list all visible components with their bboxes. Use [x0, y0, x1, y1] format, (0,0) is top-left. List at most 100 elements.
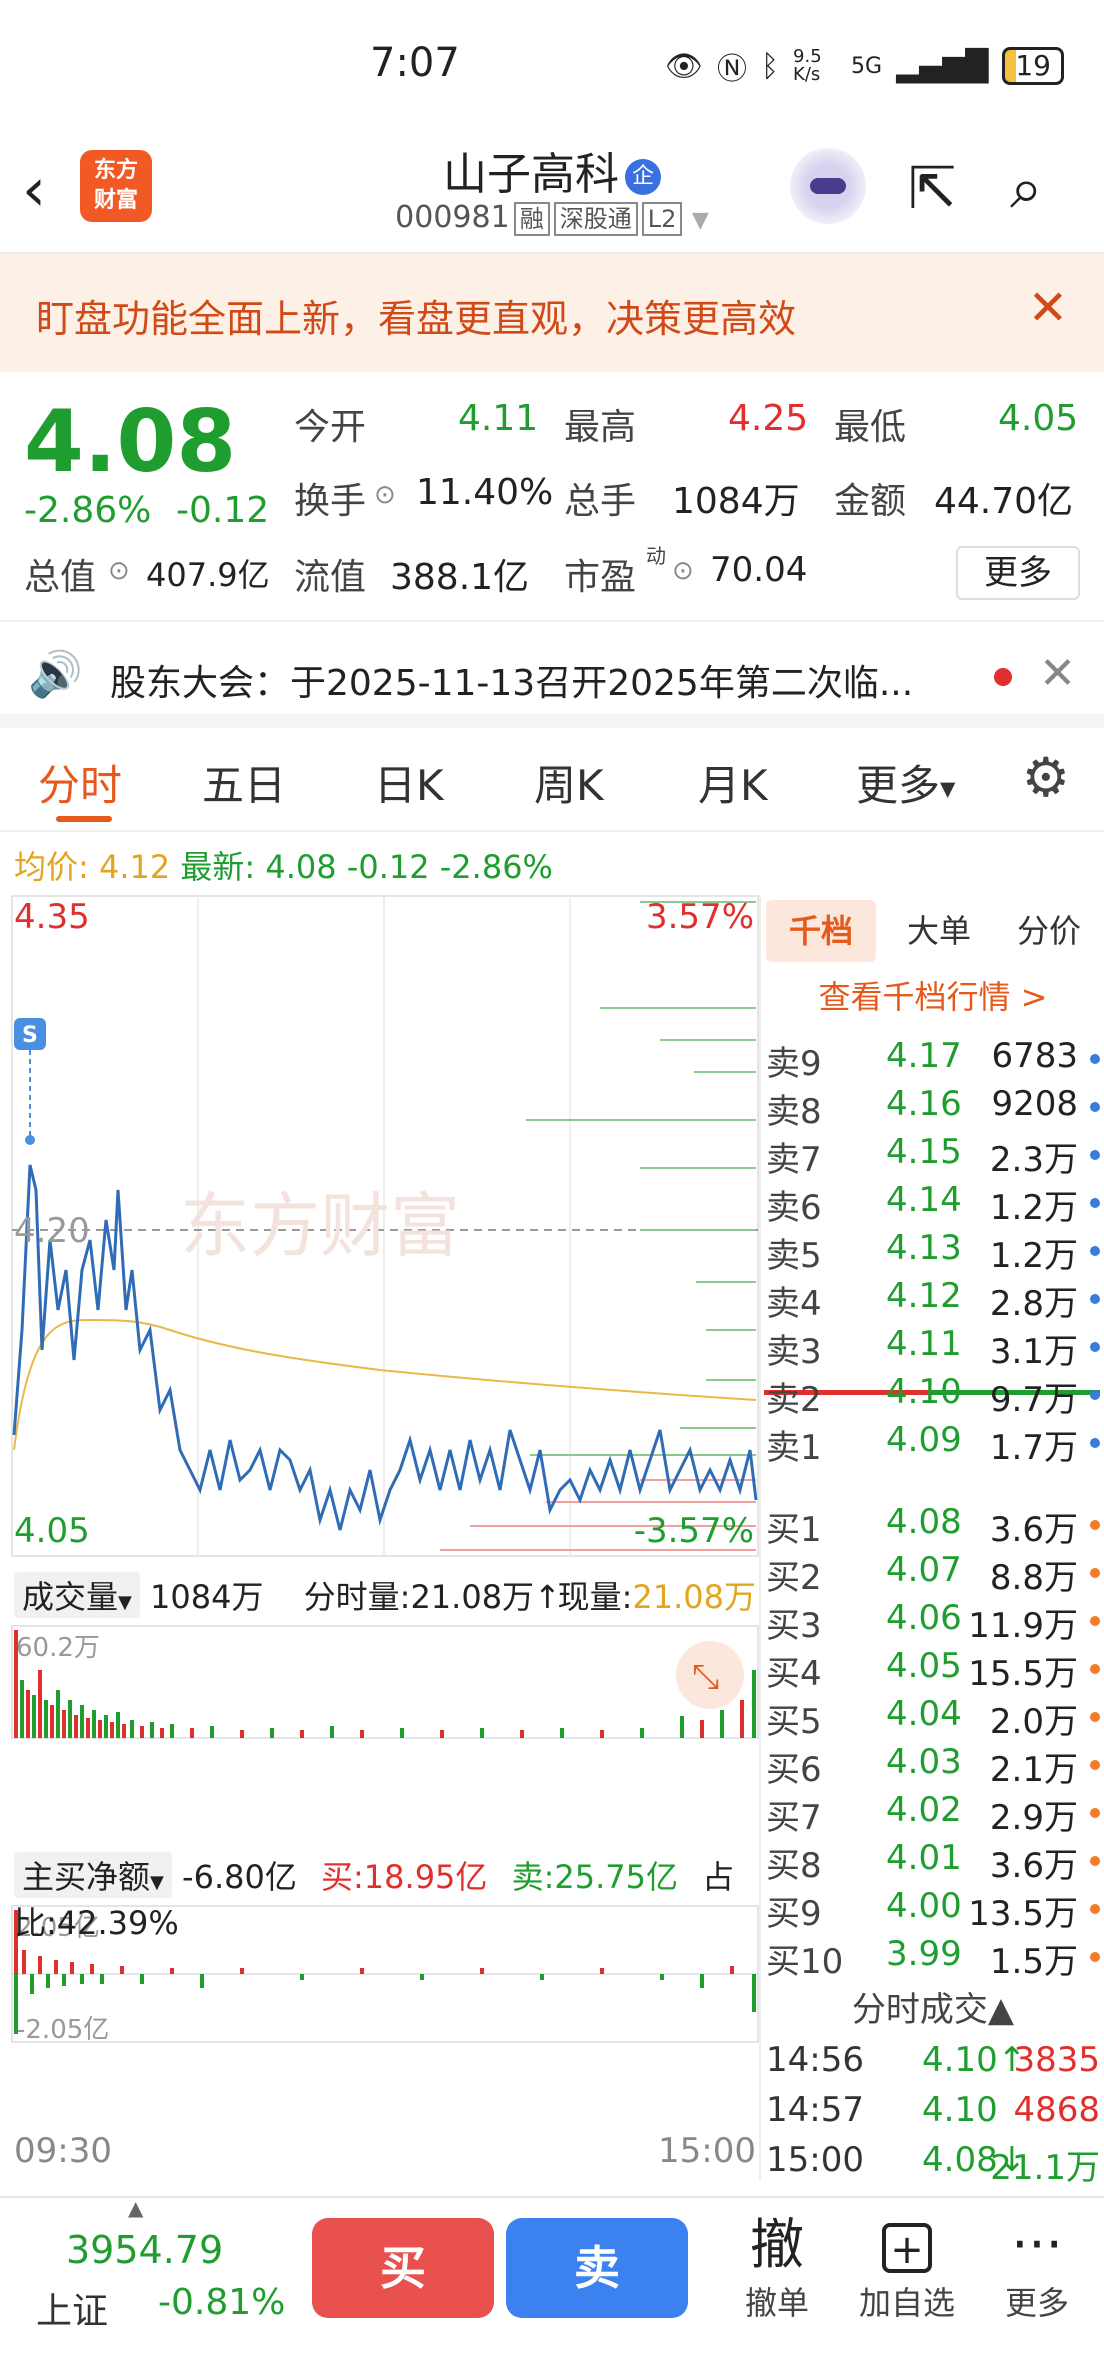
- tick-time: 14:57: [766, 2090, 864, 2130]
- announcement-bar[interactable]: 🔊 股东大会：于2025-11-13召开2025年第二次临... ✕: [0, 624, 1104, 728]
- volume-total: 1084万: [150, 1578, 264, 1616]
- ask-row[interactable]: 卖7 4.15 2.3万: [766, 1132, 1100, 1180]
- ask-volume: 2.3万: [989, 1140, 1078, 1180]
- tick-row: 15:00 4.08↓ 21.1万: [766, 2140, 1100, 2190]
- tick-volume: 分时量:21.08万↑: [303, 1578, 561, 1616]
- ask-row[interactable]: 卖1 4.09 1.7万: [766, 1420, 1100, 1468]
- bottom-bar: ▲ 3954.79 上证 -0.81% 买 卖 撤 撤单 + 加自选 ··· 更…: [0, 2196, 1104, 2376]
- ask-level: 卖2: [766, 1380, 822, 1420]
- stock-name-text: 山子高科: [443, 149, 619, 200]
- ask-row[interactable]: 卖2 4.10 9.7万: [766, 1372, 1100, 1420]
- share-icon[interactable]: ⇱: [908, 154, 957, 222]
- more-label: 更多: [1004, 2284, 1069, 2322]
- ask-dot: [1090, 1294, 1100, 1304]
- bid-row[interactable]: 买9 4.00 13.5万: [766, 1886, 1100, 1934]
- change-pct: -2.86%: [24, 490, 152, 531]
- tab-daily-k[interactable]: 日K: [374, 752, 444, 813]
- bid-row[interactable]: 买6 4.03 2.1万: [766, 1742, 1100, 1790]
- ai-assistant-icon[interactable]: [790, 148, 866, 224]
- bid-dot: [1090, 1904, 1100, 1914]
- view-depth-link[interactable]: 查看千档行情 >: [762, 972, 1104, 1018]
- amount-label: 金额: [834, 481, 907, 522]
- net-flow-selector[interactable]: 主买净额▼: [14, 1852, 172, 1898]
- gear-icon[interactable]: ⚙: [1022, 746, 1070, 809]
- battery-indicator: 19: [1002, 47, 1064, 85]
- promo-banner[interactable]: 盯盘功能全面上新，看盘更直观，决策更高效 ✕: [0, 254, 1104, 372]
- bid-dot: [1090, 1664, 1100, 1674]
- index-name[interactable]: 上证: [36, 2282, 108, 2334]
- ask-row[interactable]: 卖8 4.16 9208: [766, 1084, 1100, 1132]
- bid-row[interactable]: 买10 3.99 1.5万: [766, 1934, 1100, 1982]
- cancel-order-button[interactable]: 撤 撤单: [722, 2212, 832, 2324]
- tab-price-volume[interactable]: 分价: [994, 900, 1104, 962]
- bid-row[interactable]: 买5 4.04 2.0万: [766, 1694, 1100, 1742]
- mktcap-value: 407.9亿: [146, 556, 270, 594]
- bid-dot: [1090, 1568, 1100, 1578]
- bid-row[interactable]: 买8 4.01 3.6万: [766, 1838, 1100, 1886]
- ask-price: 4.11: [886, 1324, 962, 1364]
- more-quote-button[interactable]: 更多: [956, 546, 1080, 600]
- info-icon[interactable]: ⊙: [108, 556, 130, 586]
- info-icon[interactable]: ⊙: [374, 480, 396, 510]
- ask-row[interactable]: 卖4 4.12 2.8万: [766, 1276, 1100, 1324]
- tab-more[interactable]: 更多▼: [856, 752, 955, 813]
- ask-row[interactable]: 卖5 4.13 1.2万: [766, 1228, 1100, 1276]
- add-watchlist-label: 加自选: [858, 2284, 955, 2322]
- caret-up-icon: ▲: [128, 2196, 144, 2220]
- volume-selector[interactable]: 成交量▼: [14, 1572, 140, 1618]
- unread-dot: [994, 668, 1012, 686]
- net-speed: 9.5 K/s: [793, 46, 822, 85]
- tab-big-orders[interactable]: 大单: [884, 900, 994, 962]
- bid-row[interactable]: 买3 4.06 11.9万: [766, 1598, 1100, 1646]
- add-watchlist-button[interactable]: + 加自选: [852, 2212, 962, 2324]
- close-icon[interactable]: ✕: [1028, 280, 1068, 336]
- watermark: 东方财富: [180, 1185, 460, 1267]
- info-icon[interactable]: ⊙: [672, 556, 694, 586]
- ask-dot: [1090, 1150, 1100, 1160]
- search-icon[interactable]: ⌕: [1010, 154, 1042, 223]
- pe-superscript: 动: [646, 544, 666, 568]
- price-axis-low: 4.05: [14, 1511, 90, 1551]
- ask-row[interactable]: 卖3 4.11 3.1万: [766, 1324, 1100, 1372]
- ask-price: 4.17: [886, 1036, 962, 1076]
- bid-price: 4.08: [886, 1502, 962, 1542]
- tab-weekly-k[interactable]: 周K: [534, 752, 604, 813]
- turnover-value: 11.40%: [416, 472, 554, 513]
- net-flow-header: 主买净额▼ -6.80亿 买:18.95亿 卖:25.75亿 占比:42.39%: [14, 1852, 760, 1942]
- tab-five-day[interactable]: 五日: [202, 752, 286, 813]
- cancel-label: 撤单: [744, 2284, 809, 2322]
- ask-level: 卖9: [766, 1044, 822, 1084]
- ask-level: 卖5: [766, 1236, 822, 1276]
- stock-header: ‹ 东方财富 山子高科企 000981 融深股通 L2 ▼ ⇱ ⌕: [0, 130, 1104, 254]
- sell-button[interactable]: 卖: [506, 2218, 688, 2318]
- index-change[interactable]: -0.81%: [158, 2282, 285, 2323]
- bid-price: 4.00: [886, 1886, 962, 1926]
- ask-volume: 1.2万: [989, 1188, 1078, 1228]
- change-abs: -0.12: [176, 490, 270, 531]
- bid-row[interactable]: 买7 4.02 2.9万: [766, 1790, 1100, 1838]
- high-value: 4.25: [728, 398, 809, 439]
- bid-row[interactable]: 买2 4.07 8.8万: [766, 1550, 1100, 1598]
- bid-level: 买1: [766, 1510, 822, 1550]
- volume-max: 60.2万: [16, 1633, 100, 1663]
- tab-monthly-k[interactable]: 月K: [698, 752, 768, 813]
- buy-button[interactable]: 买: [312, 2218, 494, 2318]
- close-icon[interactable]: ✕: [1039, 648, 1076, 699]
- open-label: 今开: [294, 407, 367, 448]
- ask-level: 卖6: [766, 1188, 822, 1228]
- tick-volume: 4868: [1013, 2090, 1100, 2130]
- ticks-title[interactable]: 分时成交▲: [762, 1982, 1104, 2031]
- bluetooth-icon: ᛒ: [761, 48, 780, 84]
- tab-intraday[interactable]: 分时: [38, 752, 122, 813]
- bid-volume: 8.8万: [989, 1558, 1078, 1598]
- bid-row[interactable]: 买4 4.05 15.5万: [766, 1646, 1100, 1694]
- status-bar: 7:07 👁 Ⓝ ᛒ 9.5 K/s 5G ▂▄▆█ 19: [0, 0, 1104, 130]
- more-button[interactable]: ··· 更多: [982, 2212, 1092, 2324]
- ask-row[interactable]: 卖6 4.14 1.2万: [766, 1180, 1100, 1228]
- tab-depth[interactable]: 千档: [766, 900, 876, 962]
- bid-row[interactable]: 买1 4.08 3.6万: [766, 1502, 1100, 1550]
- ask-row[interactable]: 卖9 4.17 6783: [766, 1036, 1100, 1084]
- index-value[interactable]: 3954.79: [66, 2228, 223, 2272]
- dropdown-arrow-icon: ▼: [691, 208, 709, 233]
- bid-price: 4.07: [886, 1550, 962, 1590]
